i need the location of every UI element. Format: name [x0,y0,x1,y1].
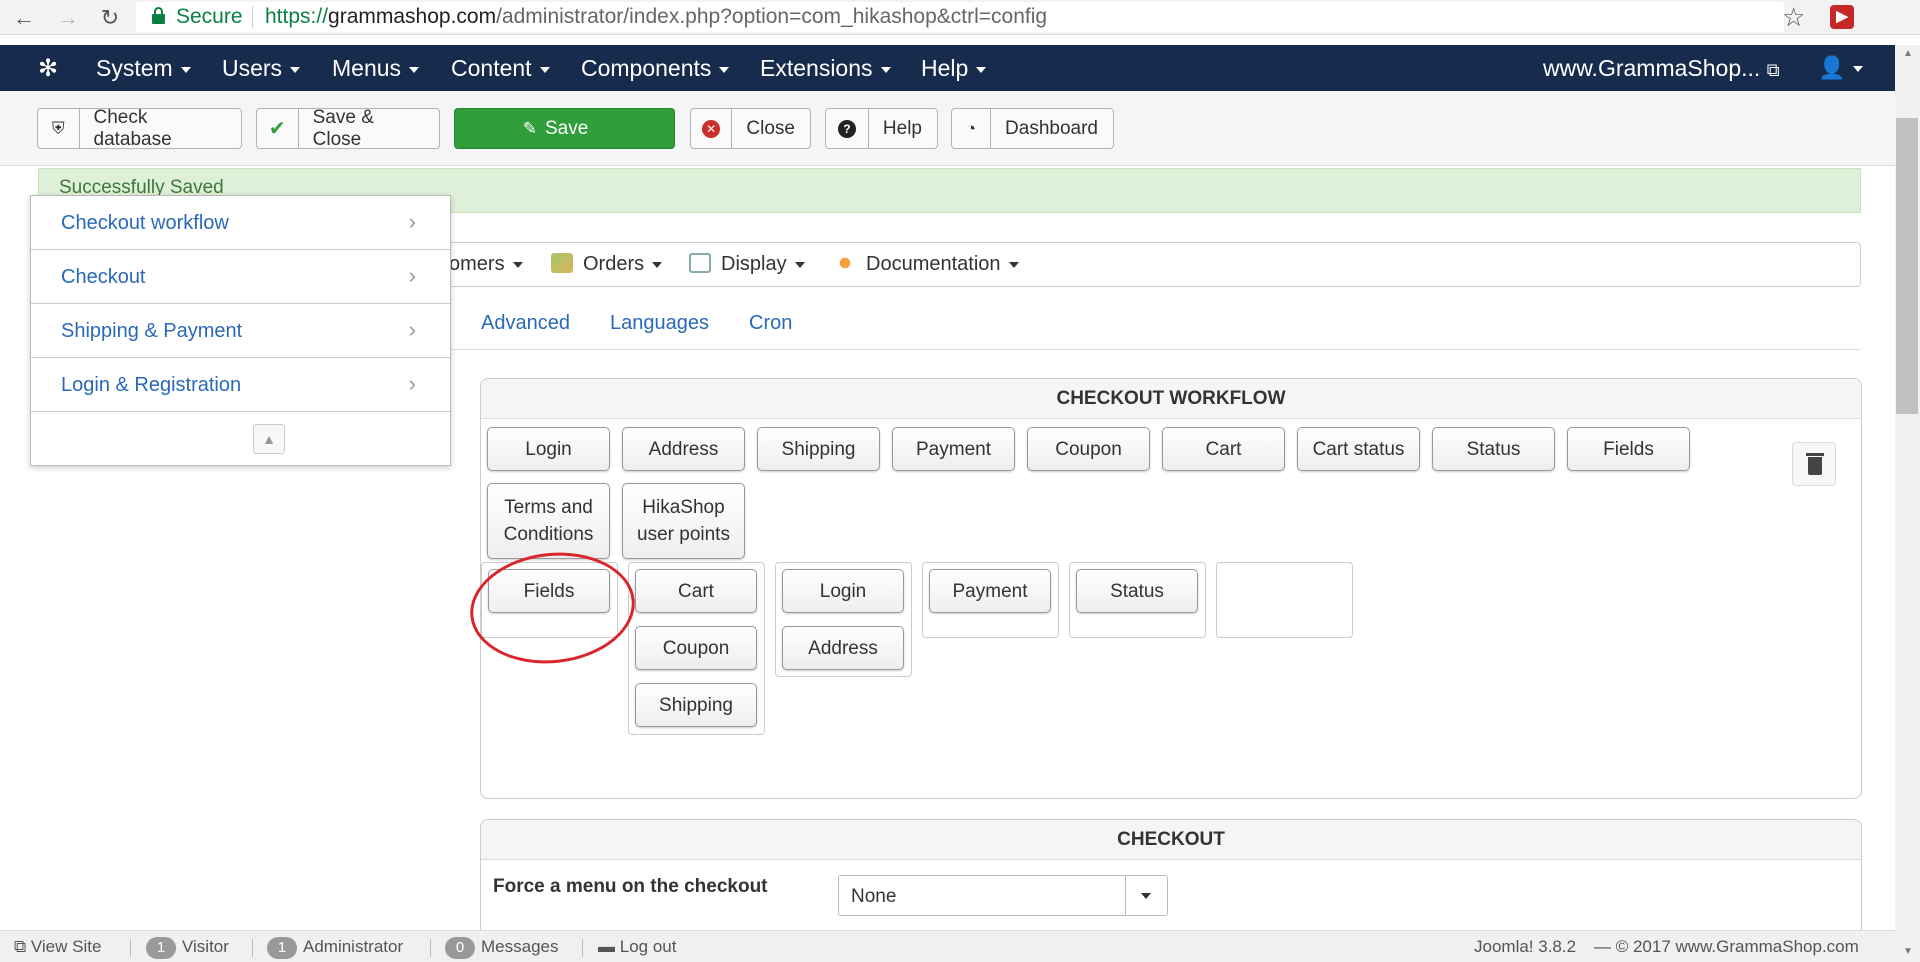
scroll-up-arrow-icon[interactable]: ▲ [1902,48,1914,59]
dropdown-item-checkout-workflow[interactable]: Checkout workflow › [31,196,450,250]
dropdown-item-shipping-payment[interactable]: Shipping & Payment › [31,304,450,358]
workflow-step-coupon[interactable]: Coupon [635,626,757,670]
reload-icon[interactable]: ↻ [96,4,124,32]
chevron-right-icon: › [408,263,416,288]
admin-count: 1 Administrator [267,937,403,959]
secure-label: Secure [176,5,243,28]
action-toolbar: ⛨ Check database ✔ Save & Close ✎ Save ✕ Clo… [0,91,1895,166]
edit-icon: ✎ [522,118,537,138]
lock-icon [152,7,165,25]
checkout-title: CHECKOUT [481,820,1861,860]
shield-icon: ⛨ [38,109,80,148]
site-link[interactable]: www.GrammaShop... ⧉ [1543,55,1780,82]
menu-components[interactable]: Components [581,55,729,82]
menu-help[interactable]: Help [921,55,986,82]
minus-icon: ▬ [598,937,615,956]
force-menu-select[interactable]: None [838,875,1168,916]
forward-arrow-icon[interactable]: → [54,4,82,32]
menu-content[interactable]: Content [451,55,550,82]
step-address[interactable]: Address [622,427,745,471]
scrollbar-thumb[interactable] [1896,118,1918,414]
check-database-button[interactable]: ⛨ Check database [37,107,242,150]
check-icon: ✔ [257,109,299,148]
subnav-display[interactable]: Display [689,253,805,276]
step-login[interactable]: Login [487,427,610,471]
trash-icon[interactable] [1792,442,1836,486]
step-status[interactable]: Status [1432,427,1555,471]
workflow-column-empty[interactable] [1216,562,1353,638]
tab-cron[interactable]: Cron [749,312,792,335]
url-text[interactable]: https://grammashop.com/administrator/ind… [265,5,1047,29]
display-icon [689,253,711,273]
copyright: — © 2017 www.GrammaShop.com [1594,937,1859,956]
visitor-count: 1 Visitor [146,937,229,959]
menu-menus[interactable]: Menus [332,55,419,82]
config-tabs: Advanced Languages Cron [450,306,1861,350]
user-menu-icon[interactable]: 👤 [1818,55,1863,81]
save-close-button[interactable]: ✔ Save & Close [256,107,440,150]
dashboard-icon: ◔ [952,109,992,148]
status-bar: ⧉ View Site 1 Visitor 1 Administrator 0 Mes… [0,930,1895,962]
divider [130,939,131,957]
external-link-icon: ⧉ [1766,60,1780,80]
bookmark-star-icon[interactable]: ☆ [1782,2,1805,33]
close-circle-icon: ✕ [691,109,733,148]
step-user-points[interactable]: HikaShop user points [622,483,745,559]
browser-toolbar: ← → ↻ Secure https://grammashop.com/admi… [0,0,1920,35]
joomla-logo-icon[interactable]: ✻ [34,55,62,83]
step-fields[interactable]: Fields [1567,427,1690,471]
collapse-up-icon[interactable]: ▲ [253,424,285,454]
step-cart[interactable]: Cart [1162,427,1285,471]
step-shipping[interactable]: Shipping [757,427,880,471]
view-site-link[interactable]: ⧉ View Site [14,937,101,957]
chevron-right-icon: › [408,209,416,234]
menu-extensions[interactable]: Extensions [760,55,891,82]
dropdown-item-checkout[interactable]: Checkout › [31,250,450,304]
messages-link[interactable]: 0 Messages [445,937,558,959]
documentation-icon [834,253,856,273]
dropdown-item-login-registration[interactable]: Login & Registration › [31,358,450,412]
back-arrow-icon[interactable]: ← [10,4,38,32]
tab-languages[interactable]: Languages [610,312,709,335]
save-button[interactable]: ✎ Save [454,108,675,149]
dashboard-button[interactable]: ◔ Dashboard [951,108,1114,149]
orders-icon [551,253,573,273]
question-icon: ? [826,109,869,148]
divider [582,939,583,957]
divider [252,939,253,957]
logout-link[interactable]: ▬ Log out [598,937,676,957]
admin-navbar: ✻ System Users Menus Content Components … [0,45,1895,91]
url-divider [252,6,253,28]
help-button[interactable]: ? Help [825,108,938,149]
workflow-title: CHECKOUT WORKFLOW [481,379,1861,419]
scroll-down-arrow-icon[interactable]: ▼ [1902,946,1914,957]
chevron-right-icon: › [408,371,416,396]
section-dropdown: Checkout workflow › Checkout › Shipping & … [30,195,451,466]
workflow-step-login[interactable]: Login [782,569,904,613]
workflow-step-status[interactable]: Status [1076,569,1198,613]
step-coupon[interactable]: Coupon [1027,427,1150,471]
step-terms-conditions[interactable]: Terms and Conditions [487,483,610,559]
subnav-customers[interactable]: omers [449,253,523,276]
close-button[interactable]: ✕ Close [690,108,811,149]
joomla-version: Joomla! 3.8.2 [1474,937,1577,956]
force-menu-label: Force a menu on the checkout [493,876,768,897]
extension-icon[interactable]: ▶ [1830,5,1854,29]
workflow-step-cart[interactable]: Cart [635,569,757,613]
workflow-step-shipping[interactable]: Shipping [635,683,757,727]
chevron-down-icon[interactable] [1125,876,1167,915]
divider [430,939,431,957]
menu-system[interactable]: System [96,55,191,82]
external-link-icon: ⧉ [14,937,27,956]
workflow-step-payment[interactable]: Payment [929,569,1051,613]
step-payment[interactable]: Payment [892,427,1015,471]
menu-users[interactable]: Users [222,55,300,82]
chevron-right-icon: › [408,317,416,342]
workflow-step-address[interactable]: Address [782,626,904,670]
subnav-orders[interactable]: Orders [551,253,662,276]
step-cart-status[interactable]: Cart status [1297,427,1420,471]
tab-advanced[interactable]: Advanced [481,312,570,335]
subnav-documentation[interactable]: Documentation [834,253,1019,276]
